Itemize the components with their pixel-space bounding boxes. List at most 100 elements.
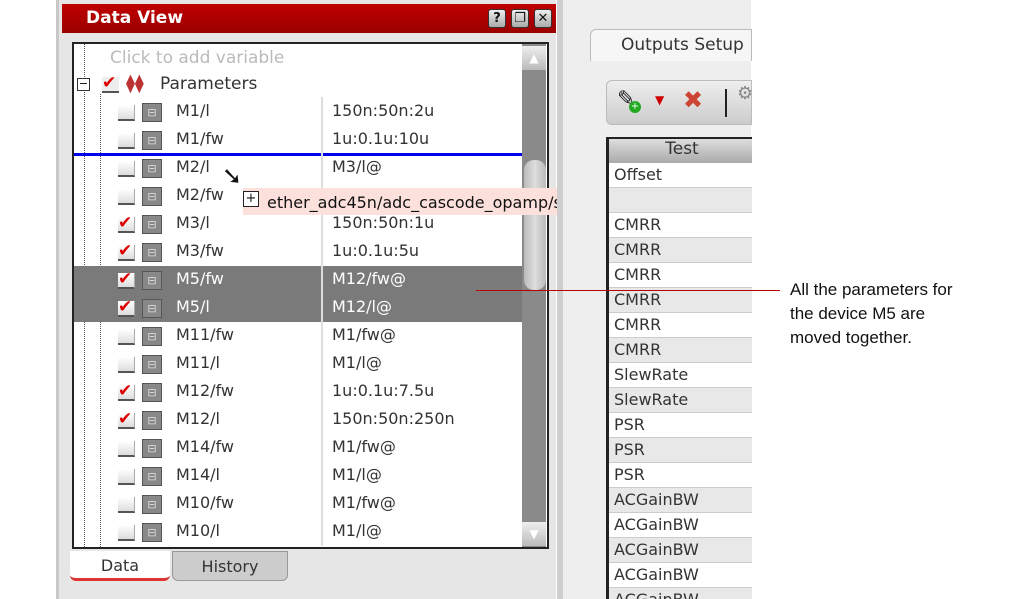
tab-data[interactable]: Data — [70, 551, 170, 581]
annotation-line-1: All the parameters for — [790, 280, 953, 299]
scroll-up-icon[interactable]: ▲ — [522, 46, 546, 70]
parameter-icon: ⊟ — [142, 411, 162, 430]
delete-icon[interactable]: ✖ — [683, 86, 703, 114]
test-row[interactable]: CMRR — [609, 263, 752, 288]
row-checkbox[interactable] — [118, 269, 135, 289]
row-checkbox[interactable] — [118, 409, 135, 429]
test-row[interactable]: CMRR — [609, 288, 752, 313]
column-divider[interactable] — [321, 97, 323, 546]
row-checkbox[interactable] — [118, 241, 135, 261]
parameter-value[interactable]: M12/fw@ — [332, 269, 406, 288]
parameter-row[interactable]: ⊟ M1/l 150n:50n:2u — [74, 98, 524, 126]
row-checkbox[interactable] — [118, 161, 135, 177]
add-output-icon[interactable]: ✎ + — [617, 87, 641, 113]
title-bar: Data View ? ❐ ✕ — [62, 4, 556, 33]
parameter-value[interactable]: 1u:0.1u:7.5u — [332, 381, 434, 400]
test-row[interactable]: CMRR — [609, 313, 752, 338]
tab-history[interactable]: History — [172, 551, 288, 581]
dropdown-icon[interactable]: ▼ — [655, 93, 664, 107]
parameter-value[interactable]: M1/l@ — [332, 465, 382, 484]
row-checkbox[interactable] — [118, 525, 135, 541]
collapse-icon[interactable]: − — [77, 78, 90, 91]
parameter-row[interactable]: ⊟ M12/fw 1u:0.1u:7.5u — [74, 378, 524, 406]
test-row[interactable]: CMRR — [609, 338, 752, 363]
parameter-row[interactable]: ⊟ M10/fw M1/fw@ — [74, 490, 524, 518]
row-checkbox[interactable] — [118, 497, 135, 513]
parameter-row[interactable]: ⊟ M11/fw M1/fw@ — [74, 322, 524, 350]
test-row[interactable]: SlewRate — [609, 363, 752, 388]
help-button[interactable]: ? — [488, 9, 506, 28]
parameter-name: M5/fw — [176, 269, 224, 288]
test-row[interactable]: ACGainBW — [609, 588, 752, 599]
parameter-row[interactable]: ⊟ M14/fw M1/fw@ — [74, 434, 524, 462]
restore-button[interactable]: ❐ — [511, 9, 529, 28]
parameter-value[interactable]: M1/fw@ — [332, 325, 396, 344]
parameter-icon: ⊟ — [142, 271, 162, 290]
scrollbar-thumb[interactable] — [524, 160, 546, 290]
row-checkbox[interactable] — [118, 329, 135, 345]
row-checkbox[interactable] — [118, 105, 135, 121]
test-row[interactable]: PSR — [609, 438, 752, 463]
parameters-checkbox[interactable]: ✔ — [102, 73, 119, 93]
add-variable-field[interactable]: Click to add variable — [110, 48, 284, 68]
annotation-line-2: the device M5 are — [790, 304, 926, 323]
parameter-row[interactable]: ⊟ M5/fw M12/fw@ — [74, 266, 524, 294]
parameter-value[interactable]: M1/fw@ — [332, 437, 396, 456]
test-row[interactable] — [609, 188, 752, 213]
annotation: All the parameters for the device M5 are… — [790, 278, 1010, 350]
row-checkbox[interactable] — [118, 133, 135, 149]
parameter-value[interactable]: 150n:50n:250n — [332, 409, 455, 428]
row-checkbox[interactable] — [118, 297, 135, 317]
test-row[interactable]: ACGainBW — [609, 513, 752, 538]
row-checkbox[interactable] — [118, 213, 135, 233]
tab-outputs-setup[interactable]: Outputs Setup — [590, 29, 752, 61]
check-icon: ✔ — [102, 73, 117, 93]
parameter-value[interactable]: M1/l@ — [332, 353, 382, 372]
row-checkbox[interactable] — [118, 357, 135, 373]
test-row[interactable]: ACGainBW — [609, 538, 752, 563]
parameter-icon: ⊟ — [142, 215, 162, 234]
test-row[interactable]: PSR — [609, 413, 752, 438]
parameter-value[interactable]: M1/fw@ — [332, 493, 396, 512]
test-row[interactable]: CMRR — [609, 213, 752, 238]
test-row[interactable]: ACGainBW — [609, 563, 752, 588]
parameter-value[interactable]: 1u:0.1u:10u — [332, 129, 429, 148]
panel-title: Data View — [86, 8, 184, 28]
parameter-icon: ⊟ — [142, 103, 162, 122]
parameter-row[interactable]: ⊟ M10/l M1/l@ — [74, 518, 524, 546]
row-checkbox[interactable] — [118, 189, 135, 205]
test-row[interactable]: PSR — [609, 463, 752, 488]
parameter-value[interactable]: 150n:50n:2u — [332, 101, 434, 120]
expand-icon: + — [243, 191, 259, 207]
parameter-row[interactable]: ⊟ M11/l M1/l@ — [74, 350, 524, 378]
parameter-row[interactable]: ⊟ M12/l 150n:50n:250n — [74, 406, 524, 434]
row-checkbox[interactable] — [118, 441, 135, 457]
scroll-down-icon[interactable]: ▼ — [522, 522, 546, 546]
outputs-table: Test Offset CMRR CMRR CMRR CMRR CMRR CMRR SlewR… — [606, 137, 752, 599]
parameter-value[interactable]: M1/l@ — [332, 521, 382, 540]
column-header-test[interactable]: Test — [609, 139, 752, 163]
parameter-value[interactable]: 1u:0.1u:5u — [332, 241, 419, 260]
parameter-row[interactable]: ⊟ M2/l M3/l@ — [74, 154, 524, 182]
row-checkbox[interactable] — [118, 381, 135, 401]
parameter-icon: ⊟ — [142, 495, 162, 514]
parameter-name: M2/l — [176, 157, 210, 176]
scrollbar[interactable] — [522, 44, 546, 547]
test-row[interactable]: CMRR — [609, 238, 752, 263]
parameter-name: M12/fw — [176, 381, 234, 400]
parameter-row[interactable]: ⊟ M3/fw 1u:0.1u:5u — [74, 238, 524, 266]
parameter-row[interactable]: ⊟ M14/l M1/l@ — [74, 462, 524, 490]
test-row[interactable]: ACGainBW — [609, 488, 752, 513]
test-row[interactable]: Offset — [609, 163, 752, 188]
row-checkbox[interactable] — [118, 469, 135, 485]
parameter-value[interactable]: M12/l@ — [332, 297, 392, 316]
gear-icon[interactable]: ⚙ — [737, 83, 753, 104]
parameter-value[interactable]: 150n:50n:1u — [332, 213, 434, 232]
close-button[interactable]: ✕ — [534, 9, 552, 28]
parameter-row[interactable]: ⊟ M1/fw 1u:0.1u:10u — [74, 126, 524, 154]
annotation-line-3: moved together. — [790, 328, 912, 347]
parameter-row[interactable]: ⊟ M5/l M12/l@ — [74, 294, 524, 322]
parameter-name: M14/l — [176, 465, 220, 484]
parameter-value[interactable]: M3/l@ — [332, 157, 382, 176]
test-row[interactable]: SlewRate — [609, 388, 752, 413]
